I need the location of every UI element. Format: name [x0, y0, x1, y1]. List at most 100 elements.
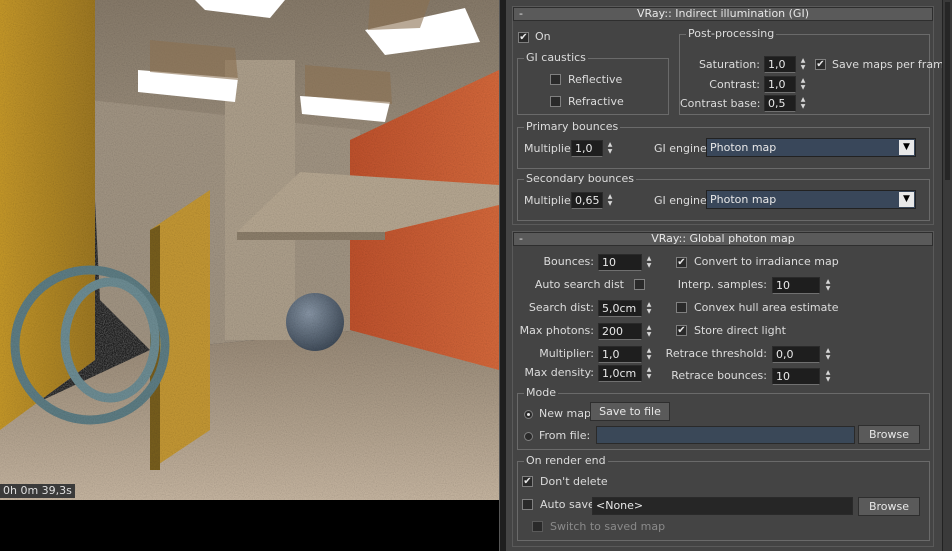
secondary-engine-dropdown[interactable]: Photon map ▼ — [706, 190, 916, 209]
retrace-threshold-label: Retrace threshold: — [665, 347, 767, 360]
photon-multiplier-label: Multiplier: — [539, 347, 594, 360]
scrollbar-thumb[interactable] — [945, 2, 950, 180]
primary-multiplier-spinner[interactable]: 1,0 ▲ ▼ — [571, 140, 615, 157]
contrast-base-spinner[interactable]: 0,5 ▲ ▼ — [764, 95, 808, 112]
search-dist-value[interactable]: 5,0cm — [598, 300, 642, 317]
mode-browse-button[interactable]: Browse — [858, 425, 920, 444]
max-density-label: Max density: — [524, 366, 594, 379]
spinner-arrows-icon[interactable]: ▲ ▼ — [645, 347, 653, 362]
spinner-arrows-icon[interactable]: ▲ ▼ — [824, 278, 832, 293]
contrast-spinner[interactable]: 1,0 ▲ ▼ — [764, 76, 808, 93]
saturation-spinner[interactable]: 1,0 ▲ ▼ — [764, 56, 808, 73]
interp-samples-spinner[interactable]: 10 ▲ ▼ — [772, 277, 834, 294]
gi-rollout: - VRay:: Indirect illumination (GI) ✔ On… — [512, 6, 942, 225]
auto-save-browse-button[interactable]: Browse — [858, 497, 920, 516]
interp-samples-label: Interp. samples: — [677, 278, 767, 291]
spinner-arrows-icon[interactable]: ▲ ▼ — [645, 255, 653, 270]
secondary-bounces-title: Secondary bounces — [524, 172, 636, 186]
chevron-down-icon[interactable]: ▼ — [899, 192, 914, 207]
saturation-value[interactable]: 1,0 — [764, 56, 796, 73]
secondary-engine-value: Photon map — [710, 193, 777, 206]
spinner-arrows-icon[interactable]: ▲ ▼ — [799, 57, 807, 72]
refractive-checkbox[interactable] — [550, 96, 561, 107]
collapse-icon[interactable]: - — [519, 8, 523, 20]
primary-engine-dropdown[interactable]: Photon map ▼ — [706, 138, 916, 157]
from-file-path-field[interactable] — [596, 426, 855, 444]
interp-samples-value[interactable]: 10 — [772, 277, 820, 294]
mode-title: Mode — [524, 386, 558, 400]
save-maps-checkbox[interactable]: ✔ — [815, 59, 826, 70]
gi-rollout-header[interactable]: - VRay:: Indirect illumination (GI) — [513, 7, 933, 21]
render-viewport: 0h 0m 39,3s — [0, 0, 499, 551]
spinner-arrows-icon[interactable]: ▲ ▼ — [606, 141, 614, 156]
collapse-icon[interactable]: - — [519, 233, 523, 245]
spinner-arrows-icon[interactable]: ▲ ▼ — [606, 193, 614, 208]
photon-multiplier-value[interactable]: 1,0 — [598, 346, 642, 363]
from-file-label: From file: — [539, 429, 591, 442]
secondary-multiplier-spinner[interactable]: 0,65 ▲ ▼ — [571, 192, 615, 209]
secondary-multiplier-value[interactable]: 0,65 — [571, 192, 603, 209]
retrace-bounces-value[interactable]: 10 — [772, 368, 820, 385]
panel-scrollbar[interactable] — [942, 0, 952, 551]
gi-rollout-title: VRay:: Indirect illumination (GI) — [637, 7, 809, 20]
spinner-arrows-icon[interactable]: ▲ ▼ — [799, 77, 807, 92]
switch-saved-map-checkbox[interactable] — [532, 521, 543, 532]
photon-map-rollout-header[interactable]: - VRay:: Global photon map — [513, 232, 933, 246]
from-file-radio[interactable] — [524, 432, 533, 441]
save-to-file-button[interactable]: Save to file — [590, 402, 670, 421]
spinner-arrows-icon[interactable]: ▲ ▼ — [645, 366, 653, 381]
auto-search-checkbox[interactable] — [634, 279, 645, 290]
post-processing-group: Post-processing Saturation: 1,0 ▲ ▼ ✔ Sav… — [679, 27, 942, 115]
render-time-label: 0h 0m 39,3s — [0, 484, 75, 498]
primary-bounces-title: Primary bounces — [524, 120, 621, 134]
switch-saved-map-label: Switch to saved map — [550, 520, 666, 533]
auto-save-label: Auto save: — [540, 498, 599, 511]
search-dist-spinner[interactable]: 5,0cm ▲ ▼ — [598, 300, 654, 317]
retrace-threshold-spinner[interactable]: 0,0 ▲ ▼ — [772, 346, 834, 363]
panel-splitter[interactable] — [499, 0, 506, 551]
contrast-base-value[interactable]: 0,5 — [764, 95, 796, 112]
primary-bounces-group: Primary bounces Multiplier: 1,0 ▲ ▼ GI en… — [517, 120, 930, 169]
spinner-arrows-icon[interactable]: ▲ ▼ — [824, 369, 832, 384]
spinner-arrows-icon[interactable]: ▲ ▼ — [645, 324, 653, 339]
new-map-radio[interactable] — [524, 410, 533, 419]
store-direct-light-checkbox[interactable]: ✔ — [676, 325, 687, 336]
contrast-label: Contrast: — [709, 78, 760, 91]
save-maps-label: Save maps per frame — [832, 58, 942, 71]
convert-irradiance-checkbox[interactable]: ✔ — [676, 257, 687, 268]
convex-hull-label: Convex hull area estimate — [694, 301, 839, 314]
convert-irradiance-label: Convert to irradiance map — [694, 255, 839, 268]
convex-hull-checkbox[interactable] — [676, 302, 687, 313]
photon-map-rollout: - VRay:: Global photon map Bounces: 10 ▲… — [512, 231, 934, 547]
max-density-value[interactable]: 1,0cm — [598, 365, 642, 382]
dont-delete-checkbox[interactable]: ✔ — [522, 476, 533, 487]
bounces-value[interactable]: 10 — [598, 254, 642, 271]
photon-multiplier-spinner[interactable]: 1,0 ▲ ▼ — [598, 346, 654, 363]
spinner-arrows-icon[interactable]: ▲ ▼ — [645, 301, 653, 316]
render-end-title: On render end — [524, 454, 608, 468]
photon-map-rollout-title: VRay:: Global photon map — [651, 232, 795, 245]
max-photons-value[interactable]: 200 — [598, 323, 642, 340]
reflective-checkbox[interactable] — [550, 74, 561, 85]
spinner-arrows-icon[interactable]: ▲ ▼ — [799, 96, 807, 111]
chevron-down-icon[interactable]: ▼ — [899, 140, 914, 155]
primary-multiplier-value[interactable]: 1,0 — [571, 140, 603, 157]
retrace-bounces-spinner[interactable]: 10 ▲ ▼ — [772, 368, 834, 385]
render-end-group: On render end ✔ Don't delete Auto save: … — [517, 454, 930, 541]
gi-on-label: On — [535, 30, 551, 43]
auto-save-path-field[interactable]: <None> — [592, 497, 853, 515]
reflective-label: Reflective — [568, 73, 623, 86]
retrace-threshold-value[interactable]: 0,0 — [772, 346, 820, 363]
auto-save-checkbox[interactable] — [522, 499, 533, 510]
contrast-value[interactable]: 1,0 — [764, 76, 796, 93]
bounces-label: Bounces: — [543, 255, 594, 268]
max-density-spinner[interactable]: 1,0cm ▲ ▼ — [598, 365, 654, 382]
spinner-arrows-icon[interactable]: ▲ ▼ — [824, 347, 832, 362]
max-photons-spinner[interactable]: 200 ▲ ▼ — [598, 323, 654, 340]
secondary-bounces-group: Secondary bounces Multiplier: 0,65 ▲ ▼ GI… — [517, 172, 930, 221]
refractive-label: Refractive — [568, 95, 624, 108]
primary-engine-value: Photon map — [710, 141, 777, 154]
bounces-spinner[interactable]: 10 ▲ ▼ — [598, 254, 654, 271]
new-map-label: New map — [539, 407, 591, 420]
gi-on-checkbox[interactable]: ✔ — [518, 32, 529, 43]
